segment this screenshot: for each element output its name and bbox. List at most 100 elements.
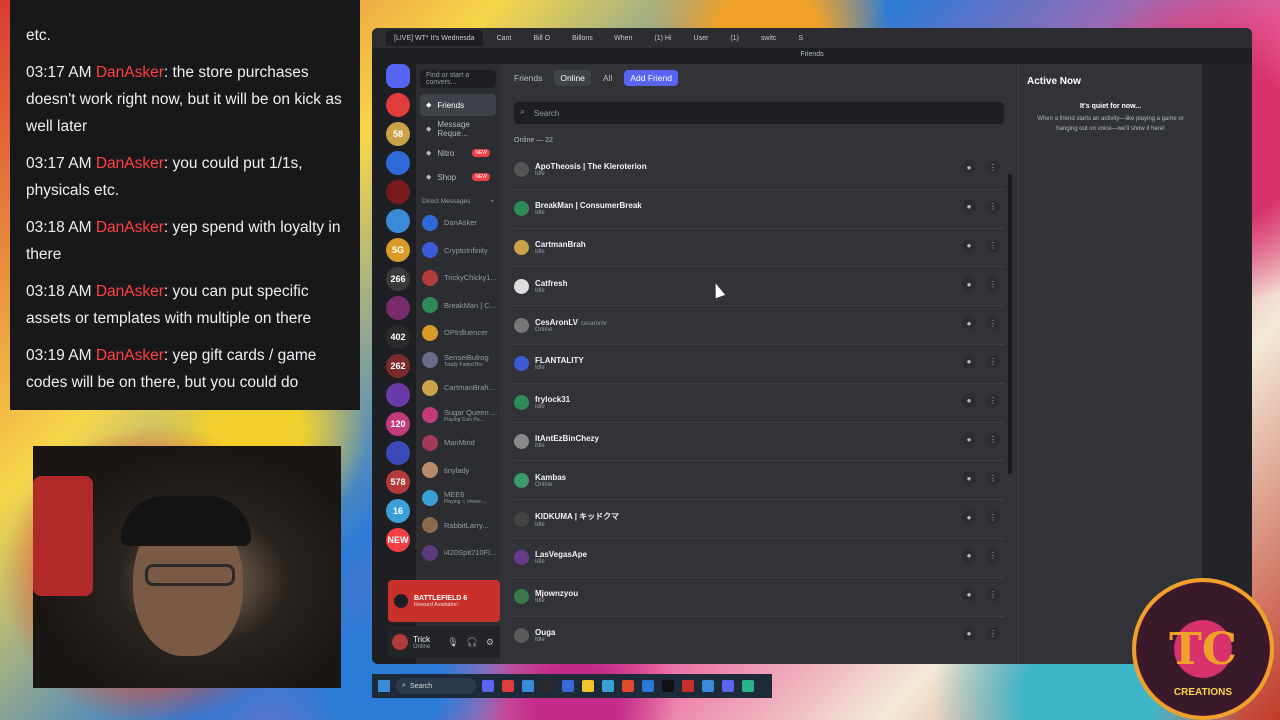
dm-item[interactable]: i420Spit710Fl... [416, 539, 500, 567]
dm-item[interactable]: TrickyChicky1... [416, 264, 500, 292]
more-options-icon[interactable]: ⋮ [986, 626, 1000, 641]
taskbar-app-icon[interactable] [722, 680, 734, 692]
message-icon[interactable]: ● [962, 393, 976, 408]
friend-row[interactable]: frylock31 Idle ● ⋮ [514, 382, 1004, 422]
message-icon[interactable]: ● [962, 199, 976, 214]
sidebar-item-friends[interactable]: ◆ Friends [420, 94, 496, 116]
taskbar-app-icon[interactable] [482, 680, 494, 692]
friend-search-input[interactable]: ⌕ Search [514, 102, 1004, 124]
dm-item[interactable]: CryptoInfinity [416, 237, 500, 265]
dm-item[interactable]: MariMind [416, 429, 500, 457]
server-icon[interactable] [386, 441, 410, 465]
taskbar-app-icon[interactable] [542, 680, 554, 692]
more-options-icon[interactable]: ⋮ [986, 587, 1000, 602]
server-icon[interactable]: 5G [386, 238, 410, 262]
microphone-icon[interactable]: 🎙 [447, 637, 458, 648]
taskbar-app-icon[interactable] [602, 680, 614, 692]
browser-tab[interactable]: When [606, 30, 640, 46]
browser-tab[interactable]: User [686, 30, 717, 46]
dm-item[interactable]: SenseiBulrog Totally Faded Bro [416, 347, 500, 375]
taskbar-app-icon[interactable] [582, 680, 594, 692]
taskbar-app-icon[interactable] [522, 680, 534, 692]
message-icon[interactable]: ● [962, 432, 976, 447]
friend-row[interactable]: Catfresh Idle ● ⋮ [514, 266, 1004, 305]
more-options-icon[interactable]: ⋮ [986, 199, 1000, 214]
server-icon[interactable]: 266 [386, 267, 410, 291]
server-icon[interactable]: 578 [386, 470, 410, 494]
taskbar-app-icon[interactable] [622, 680, 634, 692]
more-options-icon[interactable]: ⋮ [986, 160, 1000, 174]
browser-tab[interactable]: Bill O [525, 30, 558, 46]
dm-item[interactable]: MEE6 Playing ♫ /meee-... [416, 484, 500, 512]
add-dm-button[interactable]: + [490, 198, 494, 205]
taskbar-app-icon[interactable] [742, 680, 754, 692]
message-icon[interactable]: ● [962, 316, 976, 331]
friend-row[interactable]: ApoTheosis | The Kleroterion Idle ● ⋮ [514, 150, 1004, 189]
taskbar-app-icon[interactable] [702, 680, 714, 692]
friend-row[interactable]: FLANTALITY Idle ● ⋮ [514, 343, 1004, 383]
more-options-icon[interactable]: ⋮ [986, 316, 1000, 331]
settings-gear-icon[interactable]: ⚙ [486, 637, 494, 648]
more-options-icon[interactable]: ⋮ [986, 393, 1000, 408]
taskbar-app-icon[interactable] [502, 680, 514, 692]
dm-item[interactable]: OPInfluencer [416, 319, 500, 347]
browser-tab[interactable]: Cant [489, 30, 520, 46]
more-options-icon[interactable]: ⋮ [986, 354, 1000, 369]
friend-row[interactable]: Ouga Idle ● ⋮ [514, 615, 1004, 655]
find-conversation-input[interactable]: Find or start a convers... [420, 70, 496, 88]
server-icon[interactable]: 120 [386, 412, 410, 436]
friend-row[interactable]: LasVegasApe Idle ● ⋮ [514, 537, 1004, 577]
more-options-icon[interactable]: ⋮ [986, 548, 1000, 563]
battlefield-promo[interactable]: BATTLEFIELD 6 Reward Available! [388, 580, 500, 622]
browser-tab[interactable]: (1) [722, 30, 747, 46]
server-icon[interactable] [386, 383, 410, 407]
add-friend-button[interactable]: Add Friend [624, 70, 678, 86]
sidebar-item-inbox[interactable]: ◆ Message Reque... [420, 118, 496, 140]
message-icon[interactable]: ● [962, 354, 976, 369]
browser-tab[interactable]: [LIVE] WT* It's Wednesda [386, 30, 483, 46]
more-options-icon[interactable]: ⋮ [986, 471, 1000, 486]
sidebar-item-nitro[interactable]: ◆ Nitro NEW [420, 142, 496, 164]
friend-row[interactable]: KIDKUMA | キッドクマ Idle ● ⋮ [514, 499, 1004, 538]
browser-tab[interactable]: Billons [564, 30, 600, 46]
sidebar-item-shop[interactable]: ◆ Shop NEW [420, 166, 496, 188]
friend-row[interactable]: Mjownzyou Idle ● ⋮ [514, 576, 1004, 616]
browser-tab[interactable]: switc [753, 30, 785, 46]
message-icon[interactable]: ● [962, 277, 976, 292]
tab-online[interactable]: Online [554, 70, 591, 86]
user-avatar[interactable] [392, 634, 408, 650]
message-icon[interactable]: ● [962, 548, 976, 563]
message-icon[interactable]: ● [962, 471, 976, 486]
taskbar-app-icon[interactable] [562, 680, 574, 692]
taskbar-app-icon[interactable] [682, 680, 694, 692]
server-icon[interactable]: NEW [386, 528, 410, 552]
friend-row[interactable]: BreakMan | ConsumerBreak Idle ● ⋮ [514, 188, 1004, 228]
message-icon[interactable]: ● [962, 587, 976, 602]
more-options-icon[interactable]: ⋮ [986, 238, 1000, 253]
friends-scrollbar[interactable] [1008, 174, 1012, 474]
friend-row[interactable]: Kambas Online ● ⋮ [514, 460, 1004, 499]
taskbar-app-icon[interactable] [662, 680, 674, 692]
dm-item[interactable]: RabbitLarry... [416, 512, 500, 540]
taskbar-search[interactable]: ⌕ Search [396, 678, 476, 694]
headphones-icon[interactable]: 🎧 [467, 637, 478, 648]
friend-row[interactable]: CesAronLV cesaronlv Online ● ⋮ [514, 305, 1004, 344]
message-icon[interactable]: ● [962, 510, 976, 525]
server-icon[interactable] [386, 180, 410, 204]
message-icon[interactable]: ● [962, 238, 976, 253]
friend-row[interactable]: ItAntEzBinChezy Idle ● ⋮ [514, 421, 1004, 461]
more-options-icon[interactable]: ⋮ [986, 277, 1000, 292]
server-icon[interactable] [386, 209, 410, 233]
message-icon[interactable]: ● [962, 160, 976, 174]
tab-all[interactable]: All [603, 73, 612, 83]
server-icon[interactable]: 58 [386, 122, 410, 146]
server-icon[interactable] [386, 296, 410, 320]
server-icon[interactable] [386, 151, 410, 175]
browser-tab[interactable]: (1) Hi [646, 30, 679, 46]
server-icon[interactable]: 402 [386, 325, 410, 349]
server-icon[interactable] [386, 93, 410, 117]
dm-item[interactable]: Sugar Queen ... Playing Coin Pu... [416, 402, 500, 430]
dm-item[interactable]: BreakMan | C... [416, 292, 500, 320]
taskbar-app-icon[interactable] [642, 680, 654, 692]
server-icon[interactable]: 262 [386, 354, 410, 378]
